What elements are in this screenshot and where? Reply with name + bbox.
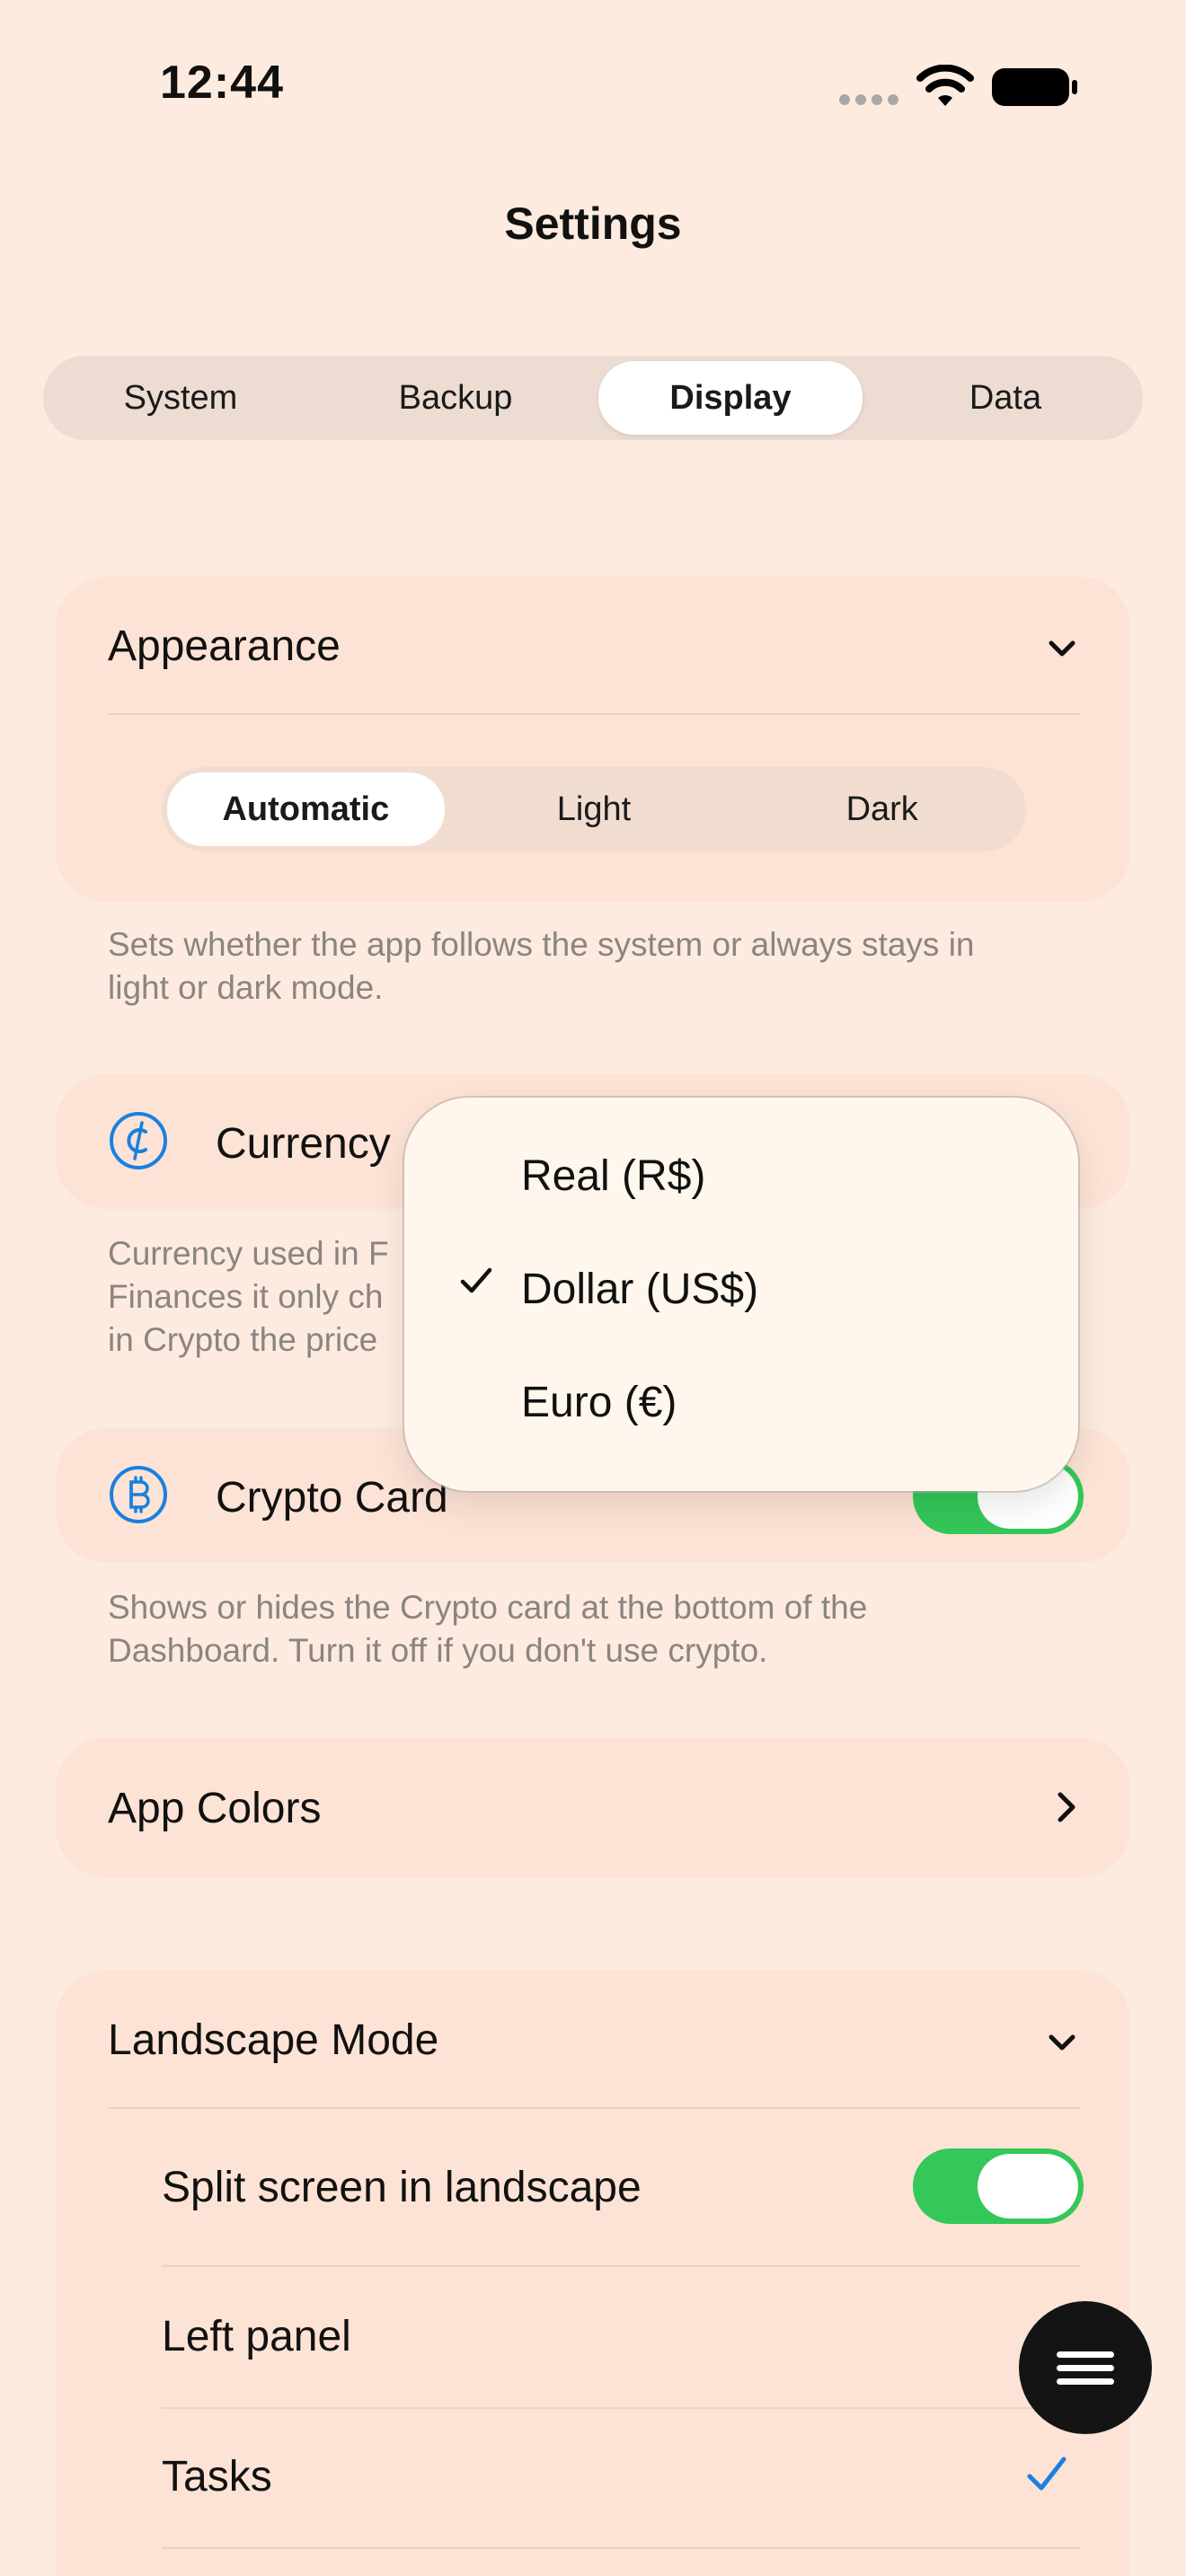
menu-fab-button[interactable] — [1019, 2301, 1152, 2434]
appearance-option-automatic[interactable]: Automatic — [167, 772, 445, 846]
landscape-card: Landscape Mode Split screen in landscape… — [56, 1971, 1130, 2576]
bitcoin-icon — [110, 1466, 167, 1523]
appearance-card: Appearance Automatic Light Dark — [56, 577, 1130, 902]
page-title: Settings — [504, 198, 682, 249]
appearance-title: Appearance — [108, 622, 341, 670]
settings-tabs: System Backup Display Data — [43, 356, 1143, 440]
divider — [108, 2107, 1080, 2109]
currency-title: Currency — [216, 1120, 391, 1168]
currency-option-dollar[interactable]: Dollar (US$) — [521, 1265, 758, 1314]
status-time: 12:44 — [160, 57, 284, 109]
chevron-down-icon[interactable] — [1044, 631, 1080, 666]
checkmark-icon — [1027, 2457, 1067, 2491]
divider — [162, 2407, 1080, 2409]
app-colors-title: App Colors — [108, 1785, 322, 1832]
chevron-down-icon[interactable] — [1044, 2025, 1080, 2060]
cellular-signal-icon — [839, 94, 898, 105]
split-screen-label: Split screen in landscape — [162, 2164, 642, 2211]
currency-dropdown: Real (R$) Dollar (US$) Euro (€) — [404, 1098, 1078, 1491]
appearance-selector: Automatic Light Dark — [162, 767, 1026, 851]
battery-icon — [992, 68, 1077, 106]
currency-option-real[interactable]: Real (R$) — [521, 1151, 705, 1201]
appearance-option-dark[interactable]: Dark — [743, 772, 1021, 846]
tab-system[interactable]: System — [49, 361, 313, 435]
tab-display[interactable]: Display — [598, 361, 863, 435]
settings-screen: 12:44 Settings System Backup Display Dat… — [0, 0, 1186, 2576]
currency-option-euro[interactable]: Euro (€) — [521, 1378, 677, 1427]
appearance-option-light[interactable]: Light — [456, 772, 733, 846]
left-panel-label: Left panel — [162, 2313, 351, 2360]
tab-data[interactable]: Data — [873, 361, 1137, 435]
app-colors-row[interactable]: App Colors — [56, 1737, 1130, 1877]
crypto-card-title: Crypto Card — [216, 1474, 448, 1522]
chevron-right-icon — [1058, 1792, 1075, 1822]
menu-icon — [1057, 2351, 1114, 2358]
checkmark-icon — [460, 1267, 492, 1293]
divider — [162, 2265, 1080, 2267]
crypto-card-helper: Shows or hides the Crypto card at the bo… — [108, 1589, 868, 1669]
tasks-option[interactable]: Tasks — [162, 2452, 272, 2501]
divider — [162, 2547, 1080, 2549]
cent-icon — [110, 1112, 167, 1169]
divider — [108, 713, 1080, 715]
appearance-helper: Sets whether the app follows the system … — [108, 926, 975, 1006]
wifi-icon — [916, 65, 974, 106]
tab-backup[interactable]: Backup — [323, 361, 588, 435]
landscape-title: Landscape Mode — [108, 2016, 439, 2064]
split-screen-toggle[interactable] — [913, 2148, 1084, 2224]
